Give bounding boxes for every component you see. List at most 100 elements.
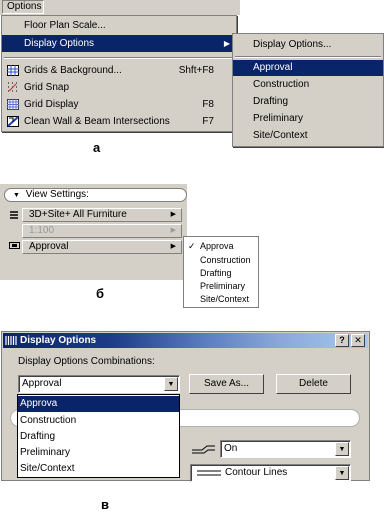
- menu-item-shortcut: Shft+F8: [178, 65, 214, 76]
- layers-icon: [9, 211, 19, 219]
- dialog-title: Display Options: [20, 335, 97, 346]
- save-as-label: Save As...: [203, 378, 250, 389]
- delete-label: Delete: [299, 378, 328, 389]
- submenu-arrow-icon: ▶: [170, 243, 176, 250]
- submenu-item-preliminary[interactable]: Preliminary: [233, 111, 383, 127]
- dropdown-item-site-context[interactable]: Site/Context: [18, 461, 179, 477]
- dropdown-item-label: Construction: [20, 415, 77, 426]
- view-settings-row-label: Approval: [29, 241, 69, 252]
- display-options-icon: [9, 242, 20, 249]
- options-menu: Floor Plan Scale... Display Options ▶ Gr…: [1, 15, 237, 132]
- submenu-arrow-icon: ▶: [170, 211, 176, 218]
- panel-a: Options Floor Plan Scale... Display Opti…: [0, 0, 384, 160]
- menu-item-label: Grid Display: [24, 99, 79, 110]
- dialog-titlebar: Display Options ? ✕: [3, 333, 368, 348]
- menu-options-label: Options: [7, 1, 42, 12]
- menu-item-display-options[interactable]: Display Options ▶: [2, 35, 236, 52]
- popup-item-label: Construction: [200, 255, 251, 265]
- menu-separator: [4, 57, 234, 59]
- contour-lines-combo[interactable]: Contour Lines ▼: [190, 464, 351, 482]
- dropdown-arrow-icon[interactable]: ▼: [164, 377, 178, 391]
- menu-item-floor-plan-scale[interactable]: Floor Plan Scale...: [2, 17, 236, 34]
- popup-item-preliminary[interactable]: Preliminary: [184, 279, 258, 293]
- submenu-item-label: Construction: [253, 79, 310, 90]
- view-settings-scale[interactable]: 1:100 ▶: [22, 224, 182, 238]
- grid-snap-icon: [8, 82, 17, 92]
- menu-item-label: Grids & Background...: [24, 65, 122, 76]
- popup-item-label: Drafting: [200, 268, 232, 278]
- popup-item-construction[interactable]: Construction: [184, 253, 258, 267]
- grid-display-icon: [7, 99, 19, 110]
- combinations-dropdown-list: Approva Construction Drafting Preliminar…: [17, 394, 180, 478]
- dropdown-item-construction[interactable]: Construction: [18, 413, 179, 429]
- submenu-item-label: Drafting: [253, 96, 289, 107]
- caption-a: a: [93, 140, 101, 155]
- popup-item-site-context[interactable]: Site/Context: [184, 292, 258, 306]
- submenu-item-approval[interactable]: Approval: [233, 60, 383, 76]
- clean-intersections-icon: [7, 116, 19, 127]
- display-options-popup: ✓ Approva Construction Drafting Prelimin…: [183, 236, 259, 308]
- close-button[interactable]: ✕: [351, 334, 365, 347]
- dropdown-item-approval[interactable]: Approva: [18, 396, 179, 412]
- help-button[interactable]: ?: [335, 334, 349, 347]
- menu-item-label: Grid Snap: [24, 82, 70, 93]
- popup-item-approval[interactable]: ✓ Approva: [184, 239, 258, 253]
- combo-value: Approval: [22, 378, 62, 389]
- on-combo[interactable]: On ▼: [220, 440, 351, 458]
- submenu-item-drafting[interactable]: Drafting: [233, 94, 383, 110]
- menubar: Options: [0, 0, 240, 15]
- view-settings-panel: ▼ View Settings: 3D+Site+ All Furniture …: [0, 184, 187, 280]
- menu-separator: [235, 56, 381, 58]
- dropdown-item-drafting[interactable]: Drafting: [18, 429, 179, 445]
- display-options-submenu: Display Options... Approval Construction…: [232, 33, 384, 147]
- combinations-combo[interactable]: Approval ▼: [18, 375, 180, 393]
- dropdown-item-label: Drafting: [20, 431, 56, 442]
- menu-item-label: Clean Wall & Beam Intersections: [24, 116, 170, 127]
- menu-item-label: Display Options: [24, 38, 95, 49]
- menu-options[interactable]: Options: [2, 0, 44, 14]
- close-icon: ✕: [354, 335, 362, 345]
- delete-button[interactable]: Delete: [276, 374, 351, 394]
- combinations-label: Display Options Combinations:: [18, 356, 155, 367]
- menu-item-shortcut: F8: [202, 99, 214, 110]
- dialog-app-icon: [5, 335, 18, 346]
- submenu-item-display-options[interactable]: Display Options...: [233, 37, 383, 53]
- submenu-item-construction[interactable]: Construction: [233, 77, 383, 93]
- menu-item-grid-snap[interactable]: Grid Snap: [2, 79, 236, 96]
- view-settings-display-options[interactable]: Approval ▶: [22, 240, 182, 254]
- view-settings-label: View Settings:: [25, 189, 89, 200]
- checkmark-icon: ✓: [188, 241, 196, 251]
- contour-value: Contour Lines: [225, 467, 288, 478]
- view-settings-layer-combo[interactable]: 3D+Site+ All Furniture ▶: [22, 208, 182, 222]
- view-settings-header[interactable]: ▼ View Settings:: [4, 188, 187, 202]
- caption-c: в: [101, 497, 109, 512]
- dropdown-arrow-icon[interactable]: ▼: [335, 442, 349, 456]
- submenu-item-site-context[interactable]: Site/Context: [233, 128, 383, 144]
- popup-item-label: Preliminary: [200, 281, 246, 291]
- menu-item-label: Floor Plan Scale...: [24, 20, 106, 31]
- dropdown-item-preliminary[interactable]: Preliminary: [18, 445, 179, 461]
- view-settings-row-label: 1:100: [29, 225, 55, 236]
- popup-item-drafting[interactable]: Drafting: [184, 266, 258, 280]
- menu-item-clean-intersections[interactable]: Clean Wall & Beam Intersections F7: [2, 113, 236, 130]
- save-as-button[interactable]: Save As...: [189, 374, 264, 394]
- menu-item-grids-background[interactable]: Grids & Background... Shft+F8: [2, 62, 236, 79]
- menu-item-shortcut: F7: [202, 116, 214, 127]
- submenu-item-label: Site/Context: [253, 130, 308, 141]
- dropdown-item-label: Approva: [20, 398, 58, 409]
- dropdown-item-label: Preliminary: [20, 447, 71, 458]
- grid-background-icon: [7, 65, 19, 76]
- collapse-triangle-icon: ▼: [13, 192, 20, 199]
- dropdown-item-label: Site/Context: [20, 463, 75, 474]
- dropdown-arrow-icon[interactable]: ▼: [335, 466, 349, 480]
- on-value: On: [224, 443, 238, 454]
- submenu-arrow-icon: ▶: [170, 227, 176, 234]
- help-button-label: ?: [339, 335, 345, 345]
- menu-item-grid-display[interactable]: Grid Display F8: [2, 96, 236, 113]
- submenu-item-label: Display Options...: [253, 39, 332, 50]
- submenu-item-label: Approval: [253, 62, 293, 73]
- submenu-item-label: Preliminary: [253, 113, 304, 124]
- popup-item-label: Approva: [200, 241, 234, 251]
- submenu-arrow-icon: ▶: [223, 39, 230, 48]
- popup-item-label: Site/Context: [200, 294, 250, 304]
